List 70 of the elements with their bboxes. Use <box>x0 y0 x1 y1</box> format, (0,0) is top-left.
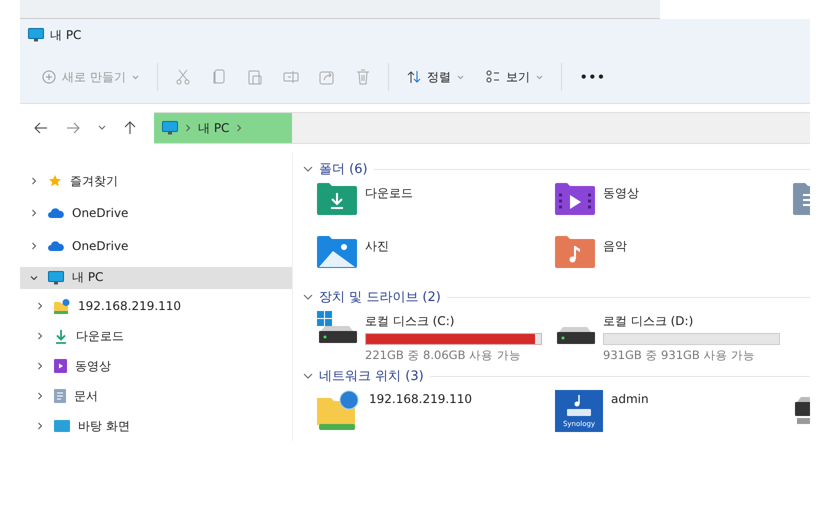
monitor-icon <box>48 270 64 285</box>
folder-name[interactable]: 다운로드 <box>365 185 413 202</box>
sidebar-item[interactable]: 바탕 화면 <box>20 411 292 441</box>
free-space-text: 931GB 중 931GB 사용 가능 <box>603 348 756 363</box>
chevron-down-icon[interactable] <box>303 372 313 380</box>
system-drive-icon <box>317 311 357 345</box>
chevron-right-icon <box>185 124 191 132</box>
chevron-right-icon[interactable] <box>36 422 44 430</box>
breadcrumb[interactable]: 내 PC <box>198 120 230 136</box>
star-icon <box>48 174 62 188</box>
download-icon <box>54 328 68 344</box>
sidebar-item[interactable]: OneDrive <box>20 234 292 257</box>
caret-icon <box>132 74 139 80</box>
chevron-down-icon[interactable] <box>30 274 38 282</box>
music-folder-icon <box>555 236 595 268</box>
sidebar-item[interactable]: 192.168.219.110 <box>20 291 292 321</box>
cloud-icon <box>48 240 64 251</box>
chevron-down-icon[interactable] <box>303 294 313 300</box>
drive-name[interactable]: 로컬 디스크 (C:) <box>365 313 542 330</box>
sidebar-item[interactable]: 문서 <box>20 381 292 411</box>
section-header[interactable]: 네트워크 위치 (3) <box>319 367 424 385</box>
section-header[interactable]: 폴더 (6) <box>319 160 368 178</box>
chevron-right-icon[interactable] <box>30 242 38 250</box>
chevron-right-icon[interactable] <box>30 209 38 218</box>
network-folder-icon <box>54 298 70 314</box>
network-location-name[interactable]: 192.168.219.110 <box>369 392 472 406</box>
view-list-icon <box>486 70 500 84</box>
folder-name[interactable]: 사진 <box>365 238 389 255</box>
cloud-icon <box>48 208 64 218</box>
network-folder-icon <box>317 390 361 432</box>
chevron-right-icon[interactable] <box>36 332 44 340</box>
drive-name[interactable]: 로컬 디스크 (D:) <box>603 313 780 330</box>
back-arrow-icon[interactable] <box>34 122 48 134</box>
document-icon <box>54 389 66 403</box>
sort-button[interactable]: 정렬 <box>402 64 468 90</box>
sidebar-item[interactable]: OneDrive <box>20 202 292 224</box>
caret-icon <box>456 74 464 80</box>
chevron-right-icon[interactable] <box>36 362 44 370</box>
desktop-icon <box>54 420 70 432</box>
sidebar-item[interactable]: 다운로드 <box>20 321 292 351</box>
chevron-down-icon[interactable] <box>303 166 313 172</box>
monitor-icon <box>28 28 44 42</box>
more-button[interactable]: ••• <box>576 66 610 88</box>
sidebar-item[interactable]: 내 PC <box>20 266 292 289</box>
window-title: 내 PC <box>50 26 82 44</box>
forward-arrow-icon[interactable] <box>66 122 80 134</box>
chevron-right-icon[interactable] <box>36 302 44 310</box>
sidebar-item[interactable]: 동영상 <box>20 351 292 381</box>
drive-icon <box>555 327 595 345</box>
caret-icon <box>536 74 543 80</box>
download-folder-icon <box>317 183 357 215</box>
chevron-right-icon[interactable] <box>36 392 44 400</box>
view-button[interactable]: 보기 <box>482 64 547 90</box>
monitor-icon <box>162 121 178 135</box>
folder-name[interactable]: 음악 <box>603 238 627 255</box>
sidebar-item[interactable]: 즐겨찾기 <box>20 170 292 192</box>
sort-arrows-icon <box>406 70 421 84</box>
free-space-text: 221GB 중 8.06GB 사용 가능 <box>365 348 522 363</box>
folder-name[interactable]: 동영상 <box>603 185 639 202</box>
video-icon <box>54 359 67 373</box>
network-location-name[interactable]: admin <box>611 392 649 406</box>
pictures-folder-icon <box>317 236 357 268</box>
up-arrow-icon[interactable] <box>124 121 136 135</box>
address-bar[interactable]: 내 PC <box>154 112 810 144</box>
chevron-right-icon[interactable] <box>30 177 38 186</box>
plus-circle-icon <box>42 70 56 84</box>
section-header[interactable]: 장치 및 드라이브 (2) <box>319 288 441 306</box>
chevron-down-icon[interactable] <box>98 125 106 131</box>
video-folder-icon <box>555 183 595 215</box>
chevron-right-icon <box>236 124 242 132</box>
